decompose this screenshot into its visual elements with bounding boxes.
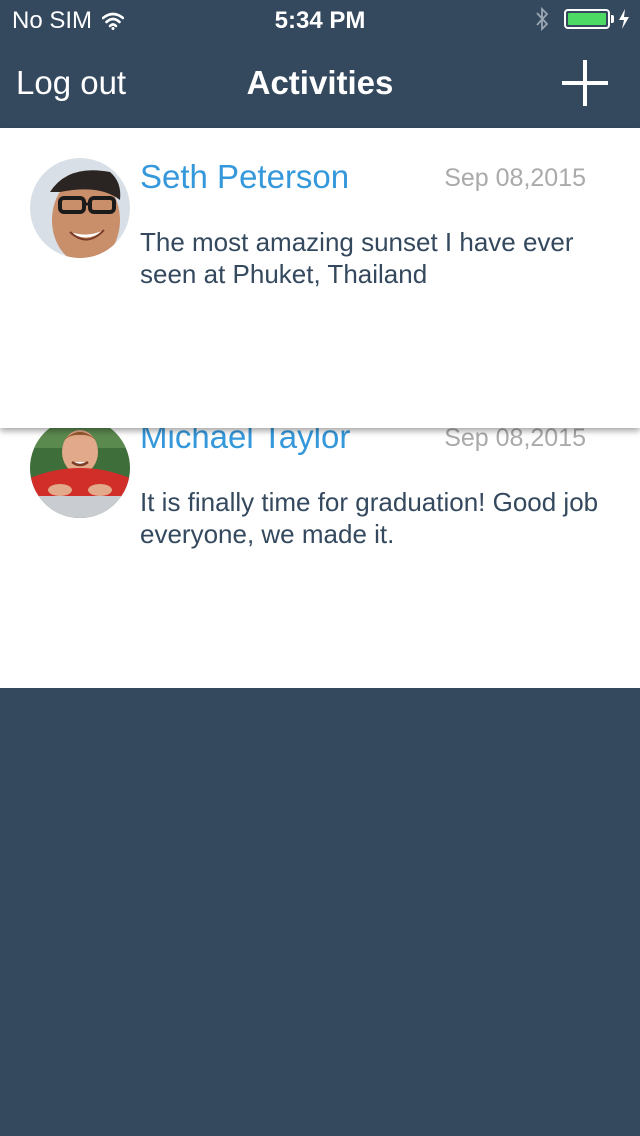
battery-icon: [564, 9, 610, 29]
avatar[interactable]: [30, 428, 130, 518]
nav-bar: Log out Activities: [0, 40, 640, 128]
bluetooth-icon: [536, 6, 549, 32]
author-name[interactable]: Seth Peterson: [140, 158, 349, 196]
avatar[interactable]: [30, 158, 130, 258]
activity-card[interactable]: Michael Taylor Sep 08,2015 It is finally…: [0, 428, 640, 688]
battery-tip: [611, 15, 614, 23]
battery-fill: [568, 13, 606, 25]
plus-icon[interactable]: [560, 58, 610, 108]
activity-card[interactable]: Seth Peterson Sep 08,2015 The most amazi…: [0, 128, 640, 428]
avatar-image: [30, 428, 130, 518]
post-date: Sep 08,2015: [444, 428, 586, 452]
avatar-image: [30, 158, 130, 258]
post-message: It is finally time for graduation! Good …: [140, 487, 599, 549]
log-out-button[interactable]: Log out: [16, 64, 126, 102]
charging-icon: [619, 9, 629, 29]
author-name[interactable]: Michael Taylor: [140, 428, 350, 456]
status-right: [534, 6, 630, 32]
post-date: Sep 08,2015: [444, 164, 586, 192]
post-message: The most amazing sunset I have ever seen…: [140, 227, 574, 289]
status-bar: No SIM 5:34 PM: [0, 0, 640, 40]
